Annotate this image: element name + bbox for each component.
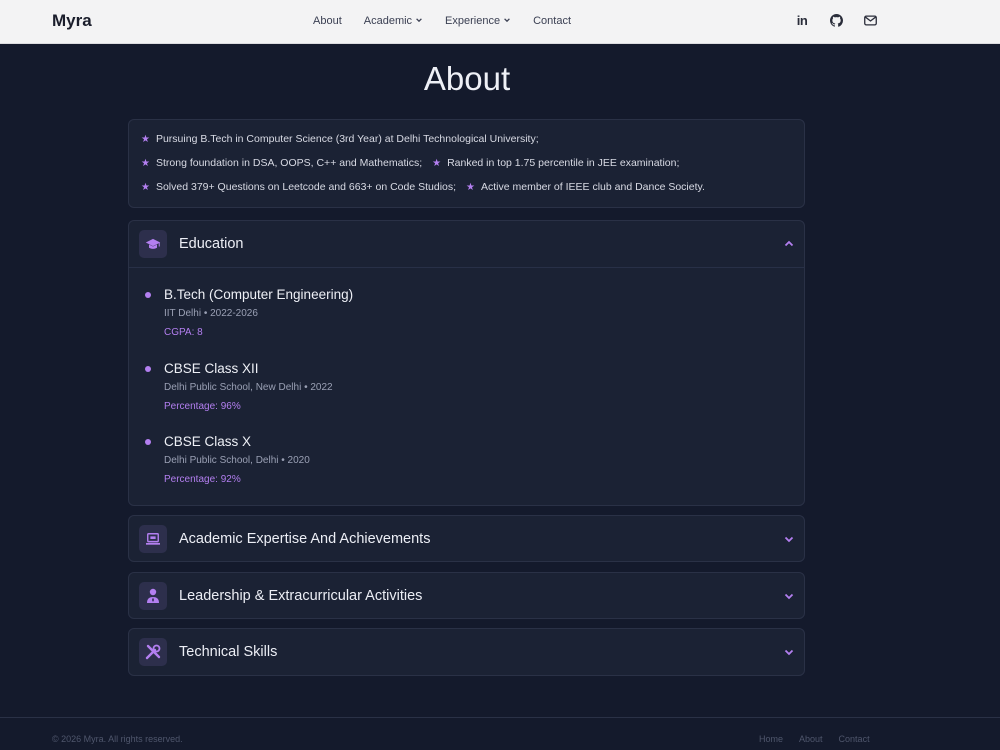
- tools-icon: [139, 638, 167, 666]
- page-title: About: [423, 60, 511, 97]
- highlight-row: ★ Pursuing B.Tech in Computer Science (3…: [141, 133, 549, 145]
- education-score: Percentage: 92%: [164, 474, 241, 485]
- github-icon[interactable]: [829, 13, 843, 27]
- education-section: Education B.Tech (Computer Engineering) …: [128, 220, 805, 506]
- nav-contact[interactable]: Contact: [533, 15, 571, 27]
- highlight-text: Ranked in top 1.75 percentile in JEE exa…: [447, 157, 680, 169]
- technical-title: Technical Skills: [179, 644, 278, 660]
- technical-section[interactable]: Technical Skills: [128, 628, 805, 676]
- education-meta: Delhi Public School, Delhi • 2020: [164, 455, 310, 466]
- highlight-row: ★ Strong foundation in DSA, OOPS, C++ an…: [141, 157, 689, 169]
- nav-academic[interactable]: Academic: [364, 15, 423, 27]
- education-header[interactable]: Education: [129, 221, 804, 267]
- highlight-item: ★ Solved 379+ Questions on Leetcode and …: [141, 181, 456, 193]
- highlight-text: Strong foundation in DSA, OOPS, C++ and …: [155, 157, 423, 169]
- education-title: Education: [179, 236, 244, 252]
- highlight-item: ★ Ranked in top 1.75 percentile in JEE e…: [432, 157, 679, 169]
- mail-icon[interactable]: [863, 13, 877, 27]
- main-nav: About Academic Experience Contact: [313, 15, 593, 27]
- graduation-cap-icon: [139, 230, 167, 258]
- academic-section[interactable]: Academic Expertise And Achievements: [128, 515, 805, 562]
- nav-experience-label: Experience: [445, 15, 501, 27]
- chevron-down-icon[interactable]: [783, 532, 795, 544]
- highlights-card: ★ Pursuing B.Tech in Computer Science (3…: [128, 119, 805, 208]
- star-icon: ★: [141, 181, 150, 193]
- divider: [129, 267, 804, 268]
- star-icon: ★: [141, 133, 150, 145]
- nav-about-label: About: [313, 15, 342, 27]
- nav-about[interactable]: About: [313, 15, 342, 27]
- footer: © 2026 Myra. All rights reserved. Home A…: [0, 717, 1000, 750]
- nav-academic-label: Academic: [363, 15, 413, 27]
- highlight-item: ★ Active member of IEEE club and Dance S…: [466, 181, 705, 193]
- highlight-text: Pursuing B.Tech in Computer Science (3rd…: [155, 133, 539, 145]
- user-tie-icon: [139, 582, 167, 610]
- nav-experience[interactable]: Experience: [445, 15, 511, 27]
- chevron-down-icon[interactable]: [783, 589, 795, 601]
- academic-title: Academic Expertise And Achievements: [179, 531, 431, 547]
- top-navbar: Myra About Academic Experience Contact i…: [0, 0, 1000, 44]
- copyright-text: © 2026 Myra. All rights reserved.: [52, 734, 183, 744]
- bullet-icon: [145, 292, 151, 298]
- chevron-up-icon[interactable]: [783, 237, 795, 249]
- brand-logo[interactable]: Myra: [52, 11, 92, 31]
- bullet-icon: [145, 366, 151, 372]
- chevron-down-icon[interactable]: [783, 645, 795, 657]
- leadership-header[interactable]: Leadership & Extracurricular Activities: [129, 573, 804, 619]
- footer-link-contact[interactable]: Contact: [839, 734, 870, 744]
- star-icon: ★: [466, 181, 475, 193]
- education-degree: CBSE Class XII: [164, 361, 259, 376]
- technical-header[interactable]: Technical Skills: [129, 629, 804, 675]
- highlight-item: ★ Pursuing B.Tech in Computer Science (3…: [141, 133, 539, 145]
- education-degree: CBSE Class X: [164, 434, 252, 449]
- academic-header[interactable]: Academic Expertise And Achievements: [129, 516, 804, 562]
- footer-link-home[interactable]: Home: [759, 734, 783, 744]
- education-meta: IIT Delhi • 2022-2026: [164, 308, 258, 319]
- highlight-text: Solved 379+ Questions on Leetcode and 66…: [155, 181, 457, 193]
- star-icon: ★: [141, 157, 150, 169]
- education-score: CGPA: 8: [164, 327, 203, 338]
- education-score: Percentage: 96%: [164, 401, 241, 412]
- nav-contact-label: Contact: [533, 15, 572, 27]
- star-icon: ★: [432, 157, 442, 169]
- leadership-section[interactable]: Leadership & Extracurricular Activities: [128, 572, 805, 619]
- bullet-icon: [145, 439, 151, 445]
- highlight-text: Active member of IEEE club and Dance Soc…: [481, 181, 705, 193]
- highlight-item: ★ Strong foundation in DSA, OOPS, C++ an…: [141, 157, 422, 169]
- chevron-down-icon: [503, 15, 511, 27]
- social-links: in: [795, 12, 897, 28]
- education-meta: Delhi Public School, New Delhi • 2022: [164, 382, 333, 393]
- laptop-icon: [139, 525, 167, 553]
- leadership-title: Leadership & Extracurricular Activities: [179, 588, 423, 604]
- footer-link-about[interactable]: About: [799, 734, 823, 744]
- highlight-row: ★ Solved 379+ Questions on Leetcode and …: [141, 181, 715, 193]
- chevron-down-icon: [415, 15, 423, 27]
- education-degree: B.Tech (Computer Engineering): [164, 287, 354, 302]
- linkedin-icon[interactable]: in: [795, 12, 809, 28]
- footer-links: Home About Contact: [759, 734, 886, 744]
- linkedin-glyph: in: [796, 12, 808, 28]
